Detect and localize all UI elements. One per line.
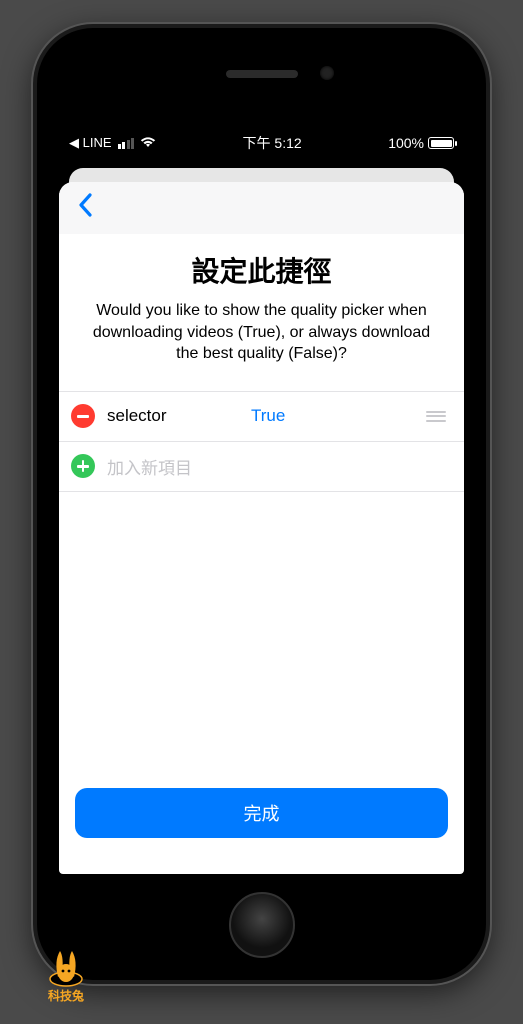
watermark: 科技兔 bbox=[40, 943, 92, 1004]
screen: ◀ LINE 下午 5:12 100% bbox=[59, 128, 464, 874]
modal-sheet: 設定此捷徑 Would you like to show the quality… bbox=[59, 182, 464, 874]
page-description: Would you like to show the quality picke… bbox=[81, 300, 442, 365]
phone-frame: ◀ LINE 下午 5:12 100% bbox=[33, 24, 490, 984]
battery-icon bbox=[428, 137, 454, 149]
config-list: selector True 加入新項目 bbox=[59, 391, 464, 492]
add-row[interactable]: 加入新項目 bbox=[59, 442, 464, 492]
drag-handle-icon[interactable] bbox=[422, 407, 450, 426]
add-row-icon[interactable] bbox=[71, 454, 95, 478]
spacer bbox=[59, 492, 464, 788]
done-button[interactable]: 完成 bbox=[75, 788, 448, 838]
add-row-label: 加入新項目 bbox=[107, 454, 450, 479]
front-camera bbox=[320, 66, 334, 80]
battery-percentage: 100% bbox=[388, 135, 424, 151]
cellular-signal-icon bbox=[118, 138, 135, 149]
status-bar: ◀ LINE 下午 5:12 100% bbox=[59, 128, 464, 158]
page-title: 設定此捷徑 bbox=[75, 250, 448, 290]
sheet-content: 設定此捷徑 Would you like to show the quality… bbox=[59, 234, 464, 874]
config-row-key: selector bbox=[107, 406, 239, 426]
watermark-label: 科技兔 bbox=[40, 987, 92, 1004]
config-row[interactable]: selector True bbox=[59, 392, 464, 442]
earpiece bbox=[226, 70, 298, 78]
config-row-value[interactable]: True bbox=[251, 406, 410, 426]
done-button-label: 完成 bbox=[244, 800, 280, 826]
back-button[interactable] bbox=[69, 188, 103, 228]
wifi-icon bbox=[140, 135, 156, 151]
nav-bar bbox=[59, 182, 464, 234]
home-button[interactable] bbox=[229, 892, 295, 958]
remove-row-icon[interactable] bbox=[71, 404, 95, 428]
back-to-app-label: LINE bbox=[83, 135, 112, 150]
phone-inner: ◀ LINE 下午 5:12 100% bbox=[37, 28, 486, 980]
status-time: 下午 5:12 bbox=[243, 133, 302, 153]
back-to-app-indicator[interactable]: ◀ LINE bbox=[69, 135, 112, 151]
